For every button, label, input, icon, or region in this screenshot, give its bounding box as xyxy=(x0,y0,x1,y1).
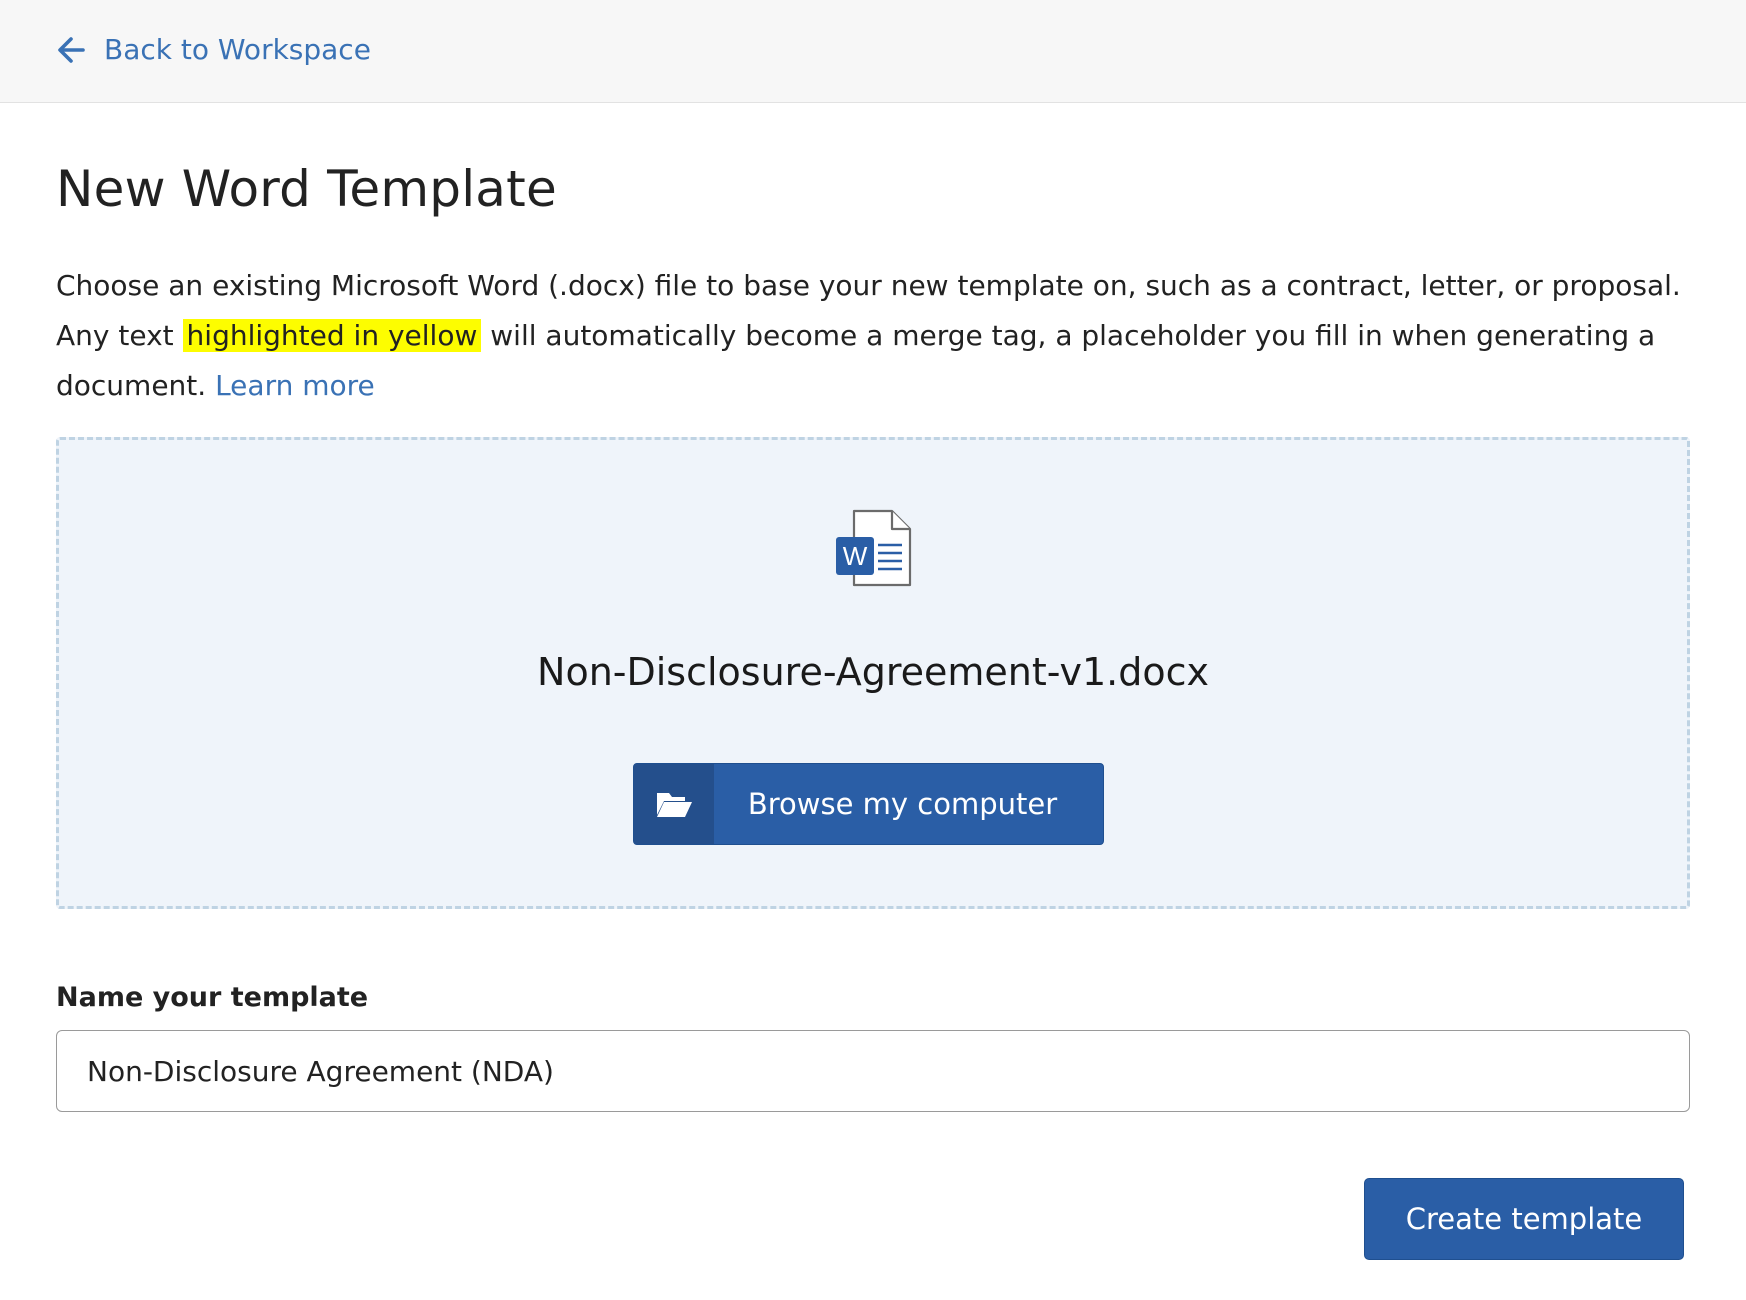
word-document-icon: W xyxy=(834,507,918,591)
template-name-input[interactable] xyxy=(56,1030,1690,1112)
file-drop-zone[interactable]: W Non-Disclosure-Agreement-v1.docx Brows… xyxy=(56,437,1690,909)
word-icon-letter: W xyxy=(843,541,868,571)
highlight-example: highlighted in yellow xyxy=(182,319,482,352)
selected-file-name: Non-Disclosure-Agreement-v1.docx xyxy=(537,650,1209,694)
browse-my-computer-button[interactable]: Browse my computer xyxy=(633,763,1104,845)
arrow-left-icon xyxy=(56,35,86,65)
learn-more-link[interactable]: Learn more xyxy=(215,369,375,402)
page-title: New Word Template xyxy=(56,160,557,218)
back-link-label: Back to Workspace xyxy=(104,33,371,66)
intro-text: Choose an existing Microsoft Word (.docx… xyxy=(56,261,1696,411)
back-to-workspace-link[interactable]: Back to Workspace xyxy=(56,33,371,66)
create-template-button[interactable]: Create template xyxy=(1364,1178,1684,1260)
folder-open-icon xyxy=(634,764,714,844)
template-name-label: Name your template xyxy=(56,982,369,1013)
browse-button-label: Browse my computer xyxy=(747,787,1058,821)
top-bar: Back to Workspace xyxy=(0,0,1746,103)
